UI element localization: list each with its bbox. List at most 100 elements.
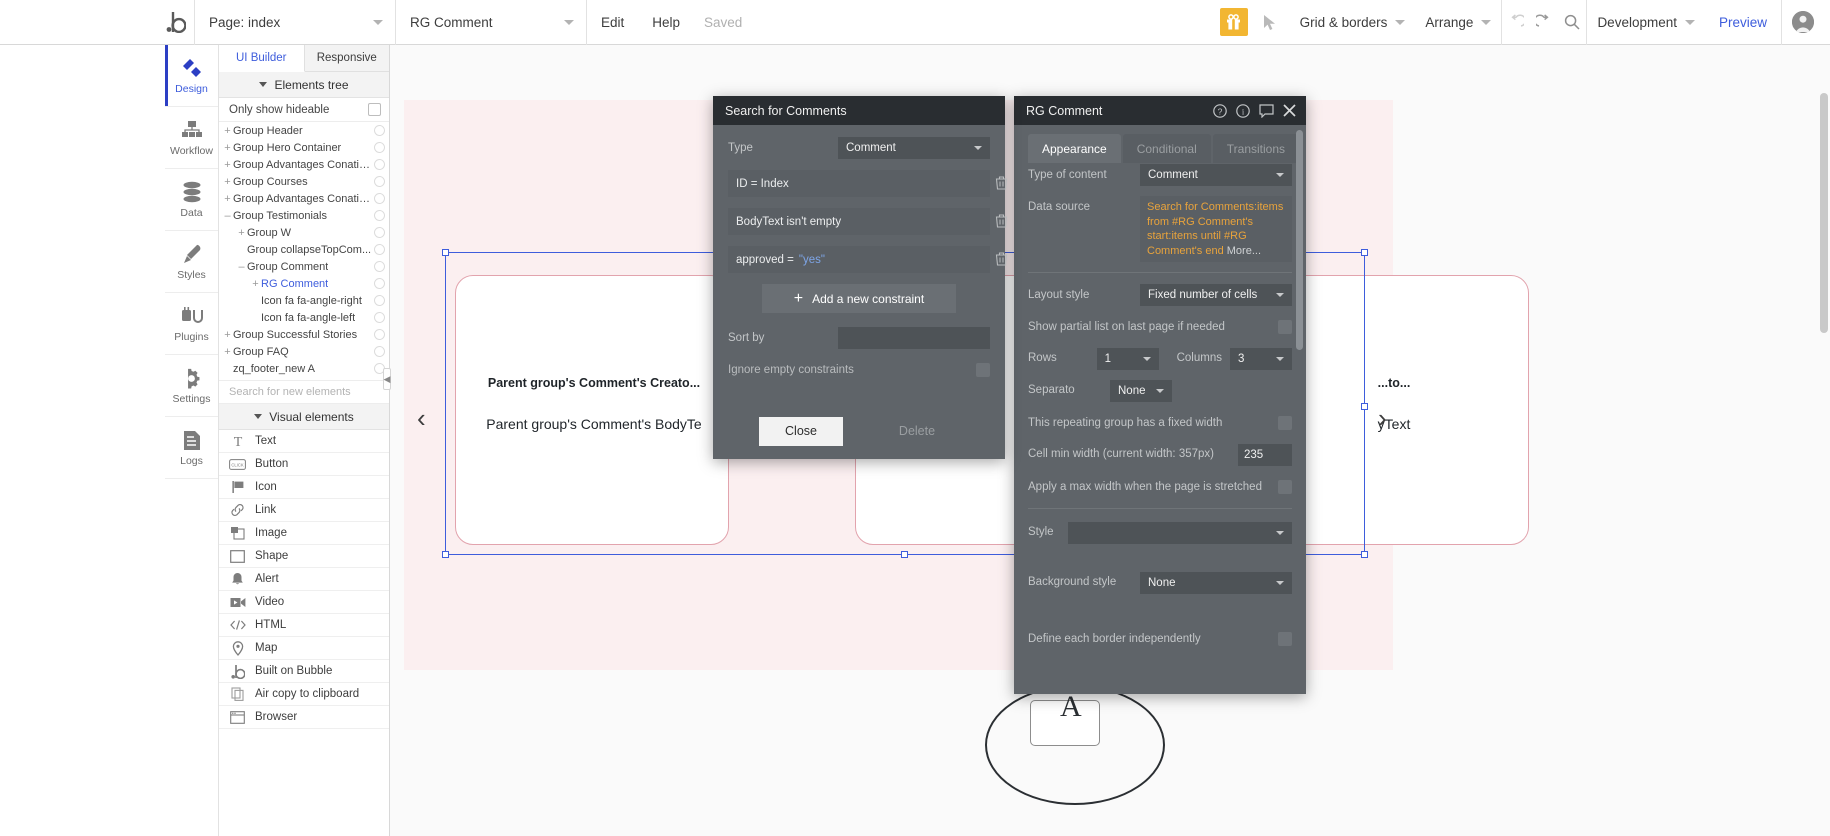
sidebar-item-workflow[interactable]: Workflow (165, 107, 218, 169)
tree-node[interactable]: zq_footer_new A (219, 360, 389, 377)
tree-node[interactable]: +Group Hero Container (219, 139, 389, 156)
sidebar-item-logs[interactable]: Logs (165, 417, 218, 479)
redo-icon[interactable] (1530, 0, 1558, 45)
scrollbar-thumb[interactable] (1820, 93, 1828, 333)
tab-transitions[interactable]: Transitions (1213, 134, 1299, 163)
max-width-checkbox[interactable] (1278, 480, 1292, 494)
tree-node[interactable]: +Group W (219, 224, 389, 241)
undo-icon[interactable] (1502, 0, 1530, 45)
show-partial-list-checkbox[interactable] (1278, 320, 1292, 334)
property-panel-titlebar[interactable]: RG Comment ? i (1014, 96, 1306, 125)
expand-icon[interactable]: + (222, 142, 233, 154)
comment-icon[interactable] (1259, 104, 1274, 118)
sidebar-item-styles[interactable]: Styles (165, 231, 218, 293)
expand-icon[interactable]: + (250, 278, 261, 290)
pointer-icon[interactable] (1258, 14, 1282, 31)
tree-node[interactable]: +Group Courses (219, 173, 389, 190)
visibility-toggle-icon[interactable] (374, 346, 385, 357)
tree-node[interactable]: Icon fa fa-angle-left (219, 309, 389, 326)
visual-element-image[interactable]: Image (219, 522, 389, 545)
add-constraint-button[interactable]: + Add a new constraint (762, 284, 956, 313)
visibility-toggle-icon[interactable] (374, 261, 385, 272)
visibility-toggle-icon[interactable] (374, 227, 385, 238)
search-new-elements-input[interactable]: Search for new elements (219, 380, 389, 404)
tree-node[interactable]: +Group Advantages Conatin... (219, 156, 389, 173)
visibility-toggle-icon[interactable] (374, 278, 385, 289)
canvas-scrollbar[interactable] (1820, 93, 1828, 663)
fixed-width-checkbox[interactable] (1278, 416, 1292, 430)
separator-dropdown[interactable]: None (1110, 380, 1172, 402)
visual-element-shape[interactable]: Shape (219, 545, 389, 568)
preview-button[interactable]: Preview (1705, 15, 1781, 30)
visibility-toggle-icon[interactable] (374, 244, 385, 255)
visual-element-browser[interactable]: Browser (219, 706, 389, 729)
only-show-hideable-row[interactable]: Only show hideable (219, 98, 389, 122)
menu-help[interactable]: Help (638, 0, 694, 45)
close-icon[interactable] (1283, 104, 1296, 117)
close-button[interactable]: Close (759, 417, 843, 446)
tree-node[interactable]: +RG Comment (219, 275, 389, 292)
visual-element-text[interactable]: TText (219, 430, 389, 453)
menu-edit[interactable]: Edit (587, 0, 638, 45)
define-borders-checkbox[interactable] (1278, 632, 1292, 646)
sidebar-item-settings[interactable]: Settings (165, 355, 218, 417)
sidebar-item-design[interactable]: Design (165, 45, 218, 107)
carousel-prev-arrow[interactable]: ‹ (417, 403, 426, 434)
visual-element-button[interactable]: CLICKButton (219, 453, 389, 476)
tree-node[interactable]: –Group Testimonials (219, 207, 389, 224)
trash-icon[interactable] (995, 252, 1008, 269)
visibility-toggle-icon[interactable] (374, 329, 385, 340)
tree-node[interactable]: +Group Header (219, 122, 389, 139)
cell-min-width-input[interactable]: 235 (1238, 444, 1292, 466)
type-dropdown[interactable]: Comment (838, 137, 990, 159)
constraint-row[interactable]: approved = "yes" (728, 246, 990, 273)
visual-element-video[interactable]: Video (219, 591, 389, 614)
tab-ui-builder[interactable]: UI Builder (219, 45, 305, 72)
element-selector[interactable]: RG Comment (396, 0, 586, 45)
rows-input[interactable]: 1 (1097, 348, 1159, 370)
visual-element-map[interactable]: Map (219, 637, 389, 660)
expand-icon[interactable]: + (236, 227, 247, 239)
constraint-row[interactable]: ID = Index (728, 170, 990, 197)
visual-elements-header[interactable]: Visual elements (219, 404, 389, 430)
search-icon[interactable] (1558, 0, 1586, 45)
dialog-titlebar[interactable]: Search for Comments (713, 96, 1005, 125)
scrollbar-thumb[interactable] (1296, 130, 1303, 350)
elements-tree-header[interactable]: Elements tree (219, 72, 389, 98)
visual-element-air-copy-to-clipboard[interactable]: Air copy to clipboard (219, 683, 389, 706)
tree-node[interactable]: Group collapseTopCom... (219, 241, 389, 258)
delete-button[interactable]: Delete (875, 417, 959, 446)
tab-responsive[interactable]: Responsive (305, 45, 390, 71)
version-dropdown[interactable]: Development (1587, 15, 1705, 30)
type-of-content-dropdown[interactable]: Comment (1140, 164, 1292, 186)
expand-icon[interactable]: + (222, 193, 233, 205)
collapse-icon[interactable]: – (222, 210, 233, 222)
collapse-icon[interactable]: – (236, 261, 247, 273)
visual-element-built-on-bubble[interactable]: Built on Bubble (219, 660, 389, 683)
visibility-toggle-icon[interactable] (374, 193, 385, 204)
visibility-toggle-icon[interactable] (374, 176, 385, 187)
visual-element-icon[interactable]: Icon (219, 476, 389, 499)
visibility-toggle-icon[interactable] (374, 295, 385, 306)
tree-node[interactable]: +Group FAQ (219, 343, 389, 360)
visual-element-link[interactable]: Link (219, 499, 389, 522)
page-selector[interactable]: Page: index (195, 0, 395, 45)
bubble-logo-icon[interactable] (158, 11, 194, 33)
background-style-dropdown[interactable]: None (1140, 572, 1292, 594)
tab-appearance[interactable]: Appearance (1028, 134, 1121, 163)
data-source-expression[interactable]: Search for Comments:items from #RG Comme… (1140, 196, 1292, 262)
tree-node[interactable]: +Group Advantages Conatin... (219, 190, 389, 207)
sidebar-item-plugins[interactable]: Plugins (165, 293, 218, 355)
data-source-more-link[interactable]: More... (1227, 245, 1261, 257)
visibility-toggle-icon[interactable] (374, 142, 385, 153)
comment-card-left[interactable]: Parent group's Comment's Creato... Paren… (455, 275, 729, 545)
visibility-toggle-icon[interactable] (374, 125, 385, 136)
visibility-toggle-icon[interactable] (374, 210, 385, 221)
expand-icon[interactable]: + (222, 176, 233, 188)
panel-collapse-handle[interactable]: ◀ (383, 368, 391, 390)
trash-icon[interactable] (995, 214, 1008, 231)
visual-element-html[interactable]: HTML (219, 614, 389, 637)
grid-borders-dropdown[interactable]: Grid & borders (1290, 15, 1416, 30)
sidebar-item-data[interactable]: Data (165, 169, 218, 231)
tab-conditional[interactable]: Conditional (1123, 134, 1211, 163)
